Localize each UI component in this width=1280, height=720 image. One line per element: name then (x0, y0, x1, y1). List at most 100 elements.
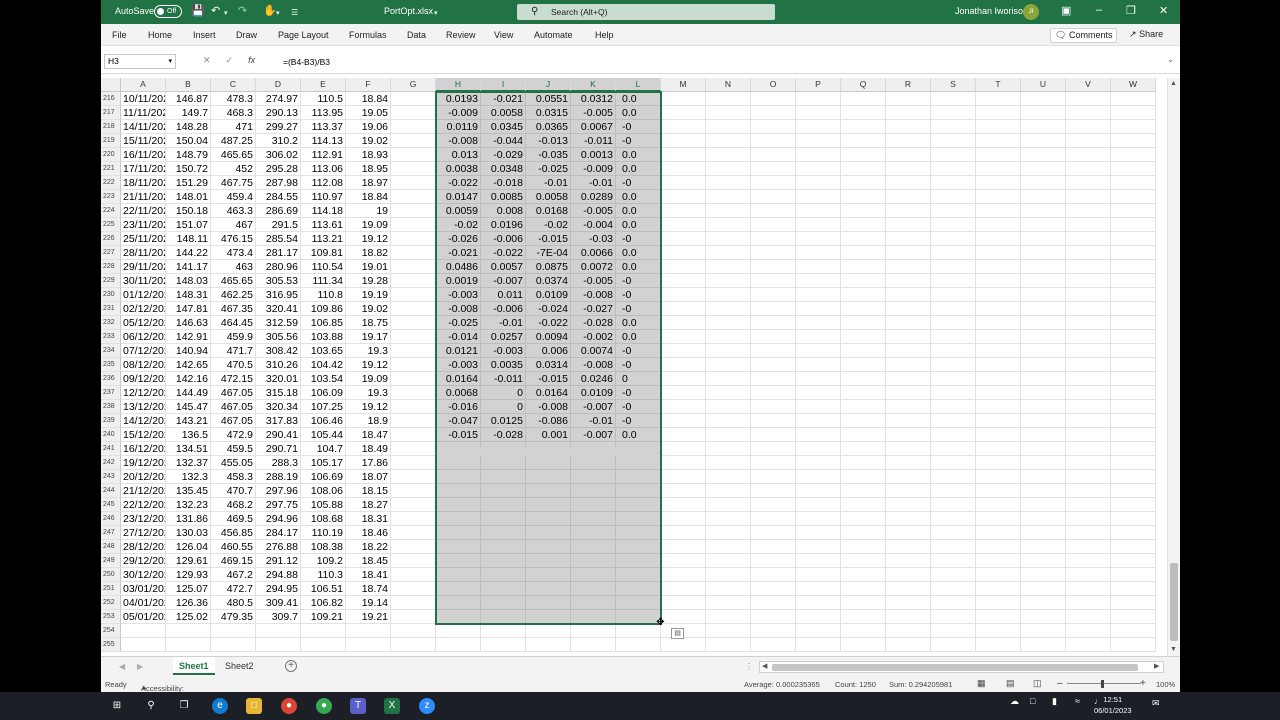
cell-c[interactable]: 473.4 (211, 246, 256, 260)
cell-t[interactable] (976, 512, 1021, 526)
column-header-k[interactable]: K (571, 78, 616, 92)
cell-t[interactable] (976, 92, 1021, 106)
cell-i[interactable]: 0.0196 (481, 218, 526, 232)
cell-v[interactable] (1066, 162, 1111, 176)
cell-k[interactable]: -0.007 (571, 400, 616, 414)
cell-e[interactable]: 109.86 (301, 302, 346, 316)
cell-r[interactable] (886, 456, 931, 470)
cell-f[interactable]: 18.46 (346, 526, 391, 540)
cell-u[interactable] (1021, 330, 1066, 344)
cell-n[interactable] (706, 260, 751, 274)
comments-button[interactable]: 🗨 Comments (1050, 28, 1118, 43)
cell-j[interactable]: 0.0164 (526, 386, 571, 400)
cell-l[interactable] (616, 470, 661, 484)
cell-s[interactable] (931, 470, 976, 484)
cell-p[interactable] (796, 624, 841, 638)
cell-p[interactable] (796, 260, 841, 274)
cell-a[interactable]: 30/11/2022 (121, 274, 166, 288)
cell-n[interactable] (706, 526, 751, 540)
cell-p[interactable] (796, 176, 841, 190)
cell-l[interactable]: -0 (616, 302, 661, 316)
cell-w[interactable] (1111, 484, 1156, 498)
cell-u[interactable] (1021, 288, 1066, 302)
cell-v[interactable] (1066, 134, 1111, 148)
taskbar-search-icon[interactable]: ⚲ (143, 698, 159, 714)
cell-p[interactable] (796, 358, 841, 372)
cell-l[interactable] (616, 568, 661, 582)
cell-v[interactable] (1066, 274, 1111, 288)
cell-r[interactable] (886, 386, 931, 400)
row-header[interactable]: 224 (101, 204, 121, 218)
cell-s[interactable] (931, 568, 976, 582)
cell-w[interactable] (1111, 246, 1156, 260)
cell-a[interactable]: 04/01/2023 (121, 596, 166, 610)
cell-a[interactable]: 15/11/2022 (121, 134, 166, 148)
cell-d[interactable]: 297.75 (256, 498, 301, 512)
cell-f[interactable]: 18.9 (346, 414, 391, 428)
cell-v[interactable] (1066, 218, 1111, 232)
cell-w[interactable] (1111, 624, 1156, 638)
touch-mode-dropdown-icon[interactable]: ▾ (276, 7, 280, 20)
cell-q[interactable] (841, 358, 886, 372)
cell-u[interactable] (1021, 302, 1066, 316)
cell-b[interactable]: 132.3 (166, 470, 211, 484)
name-box-dropdown-icon[interactable]: ▾ (168, 55, 172, 68)
cell-k[interactable]: -0.009 (571, 162, 616, 176)
cell-w[interactable] (1111, 316, 1156, 330)
cell-l[interactable]: -0 (616, 400, 661, 414)
cell-a[interactable]: 29/12/2022 (121, 554, 166, 568)
cell-a[interactable]: 06/12/2022 (121, 330, 166, 344)
row-header[interactable]: 220 (101, 148, 121, 162)
cell-g[interactable] (391, 568, 436, 582)
cell-r[interactable] (886, 554, 931, 568)
cell-c[interactable]: 467.75 (211, 176, 256, 190)
cell-s[interactable] (931, 624, 976, 638)
cell-p[interactable] (796, 568, 841, 582)
cell-i[interactable]: -0.006 (481, 302, 526, 316)
cell-v[interactable] (1066, 148, 1111, 162)
cell-t[interactable] (976, 162, 1021, 176)
zoom-app-icon[interactable]: z (419, 698, 435, 714)
cell-q[interactable] (841, 484, 886, 498)
cell-v[interactable] (1066, 638, 1111, 652)
cell-u[interactable] (1021, 134, 1066, 148)
cell-m[interactable] (661, 260, 706, 274)
cell-o[interactable] (751, 414, 796, 428)
cell-m[interactable] (661, 386, 706, 400)
horizontal-scrollbar[interactable]: ◀ ▶ (759, 661, 1164, 673)
cell-c[interactable]: 455.05 (211, 456, 256, 470)
cell-u[interactable] (1021, 568, 1066, 582)
cell-m[interactable] (661, 218, 706, 232)
cell-n[interactable] (706, 92, 751, 106)
cell-b[interactable]: 141.17 (166, 260, 211, 274)
cell-q[interactable] (841, 498, 886, 512)
cell-p[interactable] (796, 512, 841, 526)
cell-w[interactable] (1111, 176, 1156, 190)
cell-o[interactable] (751, 162, 796, 176)
cell-t[interactable] (976, 358, 1021, 372)
cell-f[interactable]: 18.75 (346, 316, 391, 330)
cell-q[interactable] (841, 442, 886, 456)
cell-m[interactable] (661, 204, 706, 218)
cell-i[interactable]: 0.0348 (481, 162, 526, 176)
cell-a[interactable]: 25/11/2022 (121, 232, 166, 246)
cell-n[interactable] (706, 246, 751, 260)
row-header[interactable]: 227 (101, 246, 121, 260)
cell-r[interactable] (886, 302, 931, 316)
cell-n[interactable] (706, 344, 751, 358)
cell-a[interactable]: 21/11/2022 (121, 190, 166, 204)
cell-d[interactable]: 286.69 (256, 204, 301, 218)
cell-o[interactable] (751, 358, 796, 372)
cell-g[interactable] (391, 302, 436, 316)
cell-p[interactable] (796, 414, 841, 428)
cell-w[interactable] (1111, 568, 1156, 582)
cell-o[interactable] (751, 484, 796, 498)
cell-n[interactable] (706, 596, 751, 610)
cell-l[interactable]: -0 (616, 232, 661, 246)
cell-d[interactable]: 290.13 (256, 106, 301, 120)
tab-data[interactable]: Data (407, 30, 426, 40)
save-icon[interactable]: 💾 (191, 5, 205, 18)
cell-a[interactable]: 21/12/2022 (121, 484, 166, 498)
cell-b[interactable]: 143.21 (166, 414, 211, 428)
cell-n[interactable] (706, 484, 751, 498)
